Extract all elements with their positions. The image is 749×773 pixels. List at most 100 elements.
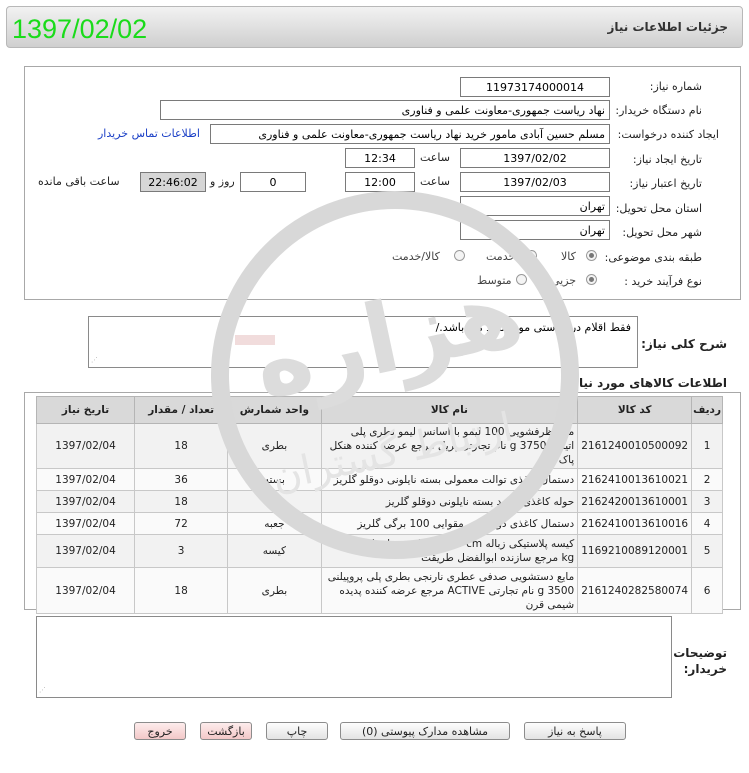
item-qty: 18 bbox=[134, 567, 229, 614]
created-time-field: 12:34 bbox=[345, 148, 415, 168]
process-label: نوع فرآیند خرید : bbox=[624, 275, 702, 288]
item-date: 1397/02/04 bbox=[35, 468, 136, 491]
item-name: مایع دستشویی صدفی عطری نارنجی بطری پلی پ… bbox=[320, 567, 579, 614]
row-number: 3 bbox=[691, 490, 723, 513]
process-radio-medium[interactable] bbox=[516, 274, 527, 285]
city-field: تهران bbox=[460, 220, 610, 240]
creator-field: مسلم حسین آبادی مامور خرید نهاد ریاست جم… bbox=[210, 124, 610, 144]
city-label: شهر محل تحویل: bbox=[622, 226, 702, 239]
buyer-org-label: نام دستگاه خریدار: bbox=[615, 104, 702, 117]
category-radio-service[interactable] bbox=[526, 250, 537, 261]
col-date: تاریخ نیاز bbox=[35, 396, 136, 424]
back-button[interactable]: بازگشت bbox=[200, 722, 252, 740]
row-number: 2 bbox=[691, 468, 723, 491]
item-name: دستمال کاغذی توالت معمولی بسته نایلونی د… bbox=[320, 468, 579, 491]
col-code: کد کالا bbox=[577, 396, 693, 424]
item-name: مایع ظرفشویی 100 لیمو با اسانس لیمو بطری… bbox=[320, 423, 579, 469]
item-unit: جعبه bbox=[227, 512, 322, 535]
process-minor-label: جزیی bbox=[551, 274, 577, 287]
buyer-notes-label: توضیحات خریدار: bbox=[673, 646, 727, 676]
col-name: نام کالا bbox=[320, 396, 579, 424]
items-section-title: اطلاعات کالاهای مورد نیاز bbox=[572, 376, 727, 390]
process-radio-minor[interactable] bbox=[586, 274, 597, 285]
item-date: 1397/02/04 bbox=[35, 512, 136, 535]
item-qty: 36 bbox=[134, 468, 229, 491]
buyer-notes-box[interactable]: ⋰ bbox=[36, 616, 672, 698]
created-time-label: ساعت bbox=[420, 151, 450, 164]
need-number-label: شماره نیاز: bbox=[649, 80, 702, 93]
category-both-label: کالا/خدمت bbox=[392, 250, 440, 263]
item-qty: 72 bbox=[134, 512, 229, 535]
item-name: دستمال کاغذی دولا جعبه مقوایی 100 برگی گ… bbox=[320, 512, 579, 535]
table-row: 1 2161240010500092 مایع ظرفشویی 100 لیمو… bbox=[35, 423, 723, 469]
province-field: تهران bbox=[460, 196, 610, 216]
creator-label: ایجاد کننده درخواست: bbox=[617, 128, 719, 141]
item-unit: بسته bbox=[227, 490, 322, 513]
reply-button[interactable]: پاسخ به نیاز bbox=[524, 722, 626, 740]
created-date-label: تاریخ ایجاد نیاز: bbox=[632, 153, 702, 166]
item-qty: 18 bbox=[134, 423, 229, 469]
view-attachments-button[interactable]: مشاهده مدارک پیوستی (0) bbox=[340, 722, 510, 740]
item-qty: 18 bbox=[134, 490, 229, 513]
print-button[interactable]: چاپ bbox=[266, 722, 328, 740]
item-code: 1169210089120001 bbox=[577, 534, 693, 568]
valid-time-field: 12:00 bbox=[345, 172, 415, 192]
process-medium-label: متوسط bbox=[477, 274, 512, 287]
buyer-org-field: نهاد ریاست جمهوری-معاونت علمی و فناوری bbox=[160, 100, 610, 120]
remaining-time-field: 22:46:02 bbox=[140, 172, 206, 192]
days-label: روز و bbox=[210, 175, 235, 188]
items-table: ردیف کد کالا نام کالا واحد شمارش تعداد /… bbox=[35, 396, 723, 614]
item-code: 2161240010500092 bbox=[577, 423, 693, 469]
page-title: جزئیات اطلاعات نیاز bbox=[607, 20, 728, 34]
category-radio-goods[interactable] bbox=[586, 250, 597, 261]
row-number: 5 bbox=[691, 534, 723, 568]
resize-grip-icon[interactable]: ⋰ bbox=[91, 356, 99, 364]
category-radio-both[interactable] bbox=[454, 250, 465, 261]
exit-button[interactable]: خروج bbox=[134, 722, 186, 740]
buyer-notes-text bbox=[37, 617, 671, 625]
description-text: فقط اقلام درخواستی مورد تایید می باشد./ bbox=[435, 321, 631, 334]
description-box: فقط اقلام درخواستی مورد تایید می باشد./ … bbox=[88, 316, 638, 368]
item-date: 1397/02/04 bbox=[35, 490, 136, 513]
item-unit: کیسه bbox=[227, 534, 322, 568]
row-number: 1 bbox=[691, 423, 723, 469]
item-unit: بسته bbox=[227, 468, 322, 491]
valid-date-field: 1397/02/03 bbox=[460, 172, 610, 192]
description-label: شرح کلی نیاز: bbox=[641, 337, 727, 351]
category-service-label: خدمت bbox=[486, 250, 516, 263]
valid-date-label: تاریخ اعتبار نیاز: bbox=[629, 177, 702, 190]
col-unit: واحد شمارش bbox=[227, 396, 322, 424]
buyer-contact-link[interactable]: اطلاعات تماس خریدار bbox=[98, 127, 200, 140]
col-qty: تعداد / مقدار bbox=[134, 396, 229, 424]
remaining-label: ساعت باقی مانده bbox=[38, 175, 120, 188]
table-row: 5 1169210089120001 کیسه پلاستیکی زباله 8… bbox=[35, 534, 723, 568]
item-name: حوله کاغذی سفید بسته نایلونی دوقلو گلریز bbox=[320, 490, 579, 513]
table-row: 2 2162410013610021 دستمال کاغذی توالت مع… bbox=[35, 468, 723, 491]
item-date: 1397/02/04 bbox=[35, 567, 136, 614]
table-row: 6 2161240282580074 مایع دستشویی صدفی عطر… bbox=[35, 567, 723, 614]
item-name: کیسه پلاستیکی زباله 85x120 cm کیسه پلی ا… bbox=[320, 534, 579, 568]
item-code: 2162410013610016 bbox=[577, 512, 693, 535]
item-unit: بطری bbox=[227, 567, 322, 614]
item-code: 2161240282580074 bbox=[577, 567, 693, 614]
table-header-row: ردیف کد کالا نام کالا واحد شمارش تعداد /… bbox=[35, 396, 723, 424]
item-code: 2162410013610021 bbox=[577, 468, 693, 491]
item-code: 2162420013610001 bbox=[577, 490, 693, 513]
created-date-field: 1397/02/02 bbox=[460, 148, 610, 168]
valid-time-label: ساعت bbox=[420, 175, 450, 188]
row-number: 6 bbox=[691, 567, 723, 614]
row-number: 4 bbox=[691, 512, 723, 535]
table-row: 4 2162410013610016 دستمال کاغذی دولا جعب… bbox=[35, 512, 723, 535]
resize-grip-icon[interactable]: ⋰ bbox=[39, 686, 47, 694]
need-number-field: 11973174000014 bbox=[460, 77, 610, 97]
item-qty: 3 bbox=[134, 534, 229, 568]
date-stamp: 1397/02/02 bbox=[12, 14, 148, 44]
province-label: استان محل تحویل: bbox=[615, 202, 702, 215]
days-remaining-field: 0 bbox=[240, 172, 306, 192]
item-date: 1397/02/04 bbox=[35, 534, 136, 568]
item-unit: بطری bbox=[227, 423, 322, 469]
category-goods-label: کالا bbox=[561, 250, 576, 263]
col-row: ردیف bbox=[691, 396, 723, 424]
table-row: 3 2162420013610001 حوله کاغذی سفید بسته … bbox=[35, 490, 723, 513]
category-label: طبقه بندی موضوعی: bbox=[604, 251, 702, 264]
